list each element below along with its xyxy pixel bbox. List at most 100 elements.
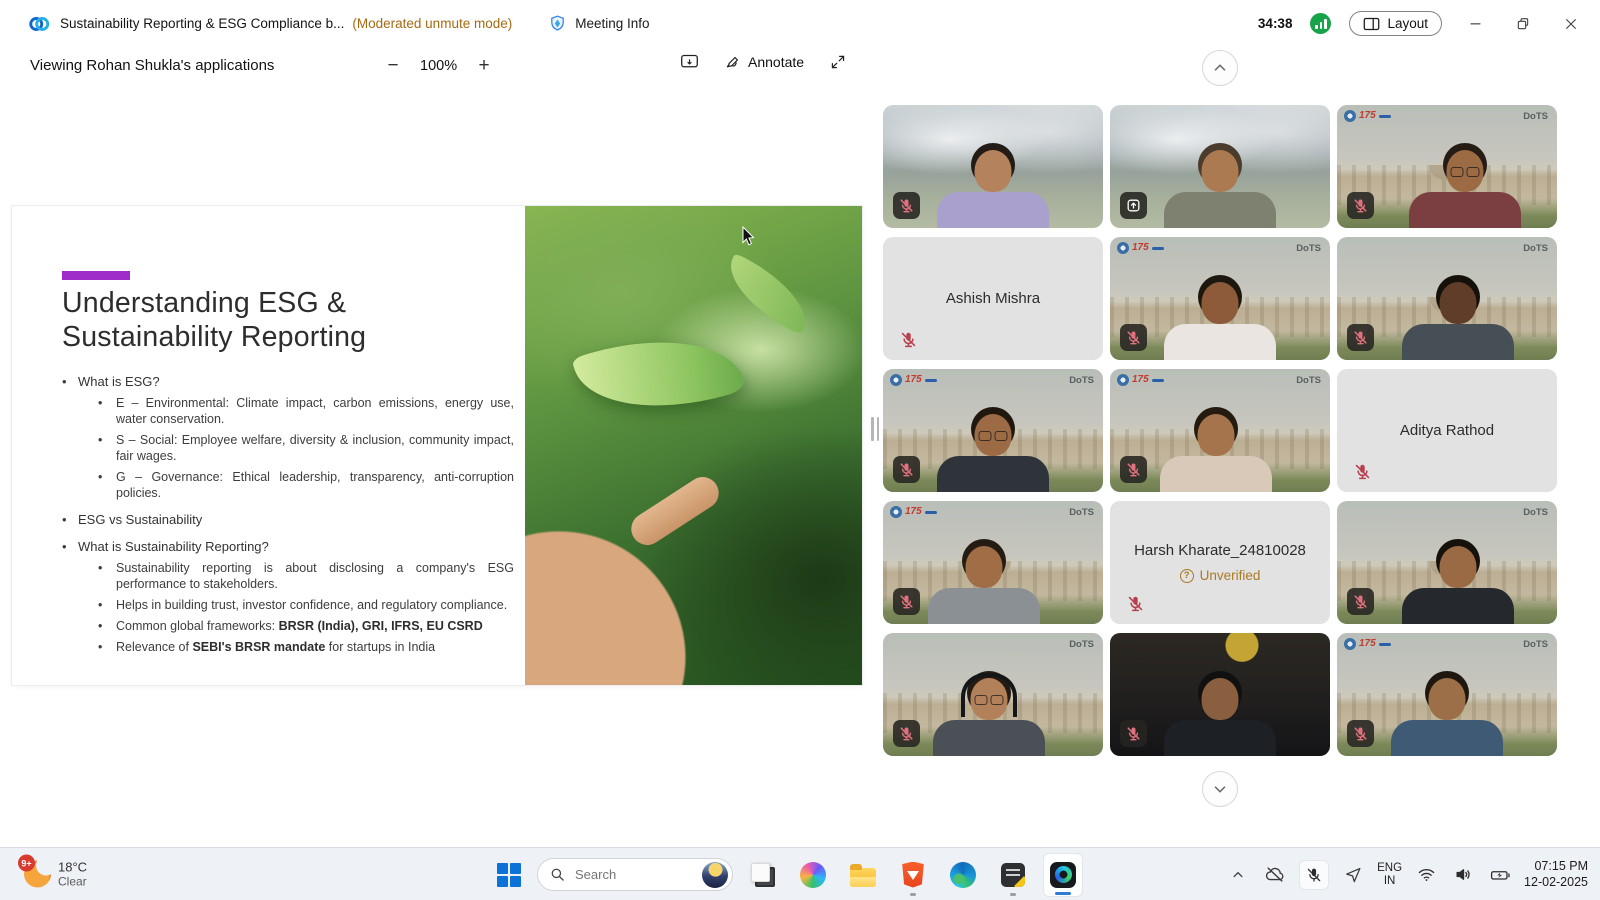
participant-silhouette — [919, 538, 1049, 624]
search-highlight-icon[interactable] — [702, 862, 728, 888]
torso — [937, 456, 1049, 492]
face — [1429, 678, 1466, 720]
layout-icon — [1363, 17, 1380, 31]
taskbar-app-copilot[interactable] — [793, 853, 833, 897]
taskbar-app-webex[interactable] — [1043, 853, 1083, 897]
face — [966, 546, 1003, 588]
participant-tile[interactable]: DoTS — [883, 633, 1103, 756]
participant-tile[interactable] — [1110, 105, 1330, 228]
dots-watermark: DoTS — [1069, 639, 1094, 650]
face — [1202, 150, 1239, 192]
wifi-icon[interactable] — [1413, 862, 1439, 888]
bullet-marker: • — [98, 618, 116, 634]
start-button[interactable] — [497, 863, 521, 887]
expand-icon[interactable] — [830, 54, 846, 70]
participant-tile[interactable]: Aditya Rathod — [1337, 369, 1557, 492]
copilot-icon — [800, 862, 826, 888]
dots-watermark: DoTS — [1523, 243, 1548, 254]
participant-tile[interactable]: Ashish Mishra — [883, 237, 1103, 360]
torso — [937, 192, 1049, 228]
weather-widget[interactable]: 9+ 18°C Clear — [24, 860, 87, 889]
search-input[interactable] — [573, 866, 694, 883]
participant-name: Harsh Kharate_24810028 — [1134, 542, 1306, 559]
leaf-shape — [571, 315, 746, 434]
zoom-in-button[interactable]: + — [471, 53, 497, 79]
search-box[interactable] — [537, 858, 733, 891]
mic-muted-icon — [1347, 588, 1374, 615]
notification-badge: 9+ — [18, 855, 35, 872]
taskbar-center — [497, 848, 1083, 900]
participant-tile[interactable]: 175DoTS — [883, 501, 1103, 624]
meeting-info-button[interactable]: Meeting Info — [548, 14, 649, 33]
bullet-marker: • — [98, 469, 116, 501]
iit-roorkee-logo: 175 — [1344, 110, 1391, 122]
slide-bullet: •ESG vs Sustainability — [62, 512, 514, 528]
task-view-icon — [750, 862, 776, 888]
iit-roorkee-logo: 175 — [1344, 638, 1391, 650]
clock[interactable]: 07:15 PM 12-02-2025 — [1524, 859, 1588, 890]
annotate-button[interactable]: Annotate — [725, 54, 804, 70]
weather-condition: Clear — [58, 875, 87, 889]
onedrive-paused-icon[interactable] — [1262, 862, 1288, 888]
dots-watermark: DoTS — [1523, 507, 1548, 518]
connection-quality-icon[interactable] — [1310, 13, 1331, 34]
participant-tile[interactable] — [883, 105, 1103, 228]
restore-button[interactable] — [1508, 9, 1538, 39]
layout-button[interactable]: Layout — [1349, 11, 1442, 36]
participant-tile[interactable]: DoTS — [1337, 237, 1557, 360]
participant-silhouette — [1382, 670, 1512, 756]
mic-muted-icon — [1349, 458, 1376, 485]
bullet-text: Helps in building trust, investor confid… — [116, 597, 514, 613]
webex-meeting-window: Sustainability Reporting & ESG Complianc… — [0, 0, 1600, 900]
taskbar-app-brave[interactable] — [893, 853, 933, 897]
minimize-button[interactable] — [1460, 9, 1490, 39]
participant-tile[interactable]: 175 DoTS — [1110, 369, 1330, 492]
participant-tile[interactable]: 175 DoTS — [1337, 633, 1557, 756]
share-toolbar: Viewing Rohan Shukla's applications − 10… — [0, 47, 900, 89]
participant-tile[interactable]: 175DoTS — [1337, 105, 1557, 228]
participant-tile[interactable] — [1110, 633, 1330, 756]
webex-logo-icon — [28, 13, 50, 35]
iit-roorkee-logo: 175 — [1117, 374, 1164, 386]
zoom-out-button[interactable]: − — [380, 53, 406, 79]
battery-charging-icon[interactable] — [1487, 862, 1513, 888]
volume-icon[interactable] — [1450, 862, 1476, 888]
language-indicator[interactable]: ENG IN — [1377, 862, 1402, 887]
participant-video-toggle-icon[interactable] — [680, 53, 699, 71]
torso — [1160, 456, 1272, 492]
webex-icon — [1050, 862, 1076, 888]
mic-muted-tray-icon[interactable] — [1299, 860, 1329, 890]
dots-watermark: DoTS — [1296, 375, 1321, 386]
participant-silhouette — [1155, 670, 1285, 756]
participant-tile[interactable]: 175DoTS — [1110, 237, 1330, 360]
dots-watermark: DoTS — [1523, 639, 1548, 650]
shield-icon — [548, 14, 567, 33]
taskbar-app-task-view[interactable] — [743, 853, 783, 897]
weather-moon-icon: 9+ — [24, 861, 51, 888]
torso — [1409, 192, 1521, 228]
taskbar-app-file-explorer[interactable] — [843, 853, 883, 897]
scroll-down-button[interactable] — [1202, 771, 1238, 807]
slide-bullet: •E – Environmental: Climate impact, carb… — [98, 395, 514, 427]
nearby-share-icon[interactable] — [1340, 862, 1366, 888]
running-indicator — [910, 893, 916, 896]
mic-muted-icon — [1347, 192, 1374, 219]
participant-tile[interactable]: 175DoTS — [883, 369, 1103, 492]
face — [1202, 282, 1239, 324]
panel-resize-handle[interactable] — [871, 417, 879, 441]
bullet-marker: • — [62, 512, 78, 528]
participant-tile[interactable]: DoTS — [1337, 501, 1557, 624]
slide-title: Understanding ESG & Sustainability Repor… — [62, 286, 492, 354]
tray-expand-button[interactable] — [1225, 862, 1251, 888]
participant-tile[interactable]: Harsh Kharate_24810028?Unverified — [1110, 501, 1330, 624]
glasses — [1450, 167, 1479, 177]
bullet-marker: • — [98, 395, 116, 427]
glasses — [974, 695, 1003, 705]
mouse-cursor — [742, 226, 757, 247]
taskbar-app-edge[interactable] — [943, 853, 983, 897]
mic-muted-icon — [893, 720, 920, 747]
close-button[interactable] — [1556, 9, 1586, 39]
taskbar-app-notepad[interactable] — [993, 853, 1033, 897]
mic-muted-icon — [893, 588, 920, 615]
scroll-up-button[interactable] — [1202, 50, 1238, 86]
